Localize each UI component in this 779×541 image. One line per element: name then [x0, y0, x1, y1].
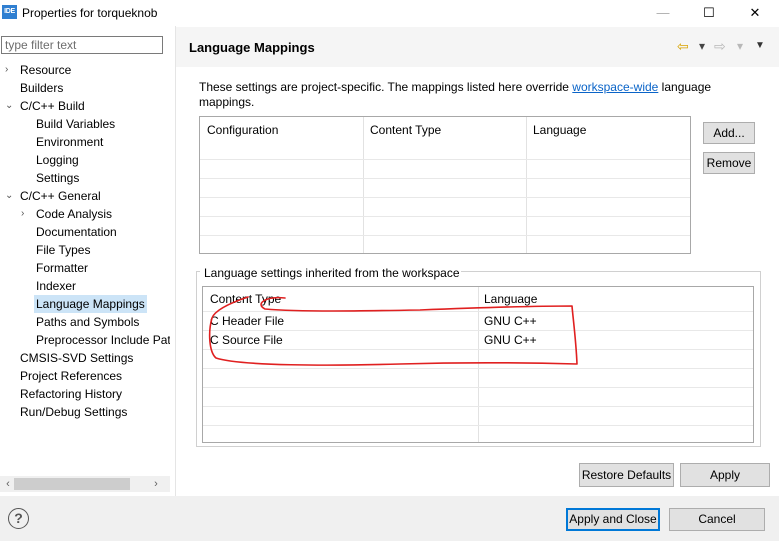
apply-and-close-button[interactable]: Apply and Close — [566, 508, 660, 531]
dialog-footer — [0, 496, 779, 541]
help-icon[interactable]: ? — [8, 508, 29, 529]
red-annotation-outline — [208, 296, 578, 366]
restore-defaults-button[interactable]: Restore Defaults — [579, 463, 674, 487]
cancel-button[interactable]: Cancel — [669, 508, 765, 531]
apply-button[interactable]: Apply — [680, 463, 770, 487]
